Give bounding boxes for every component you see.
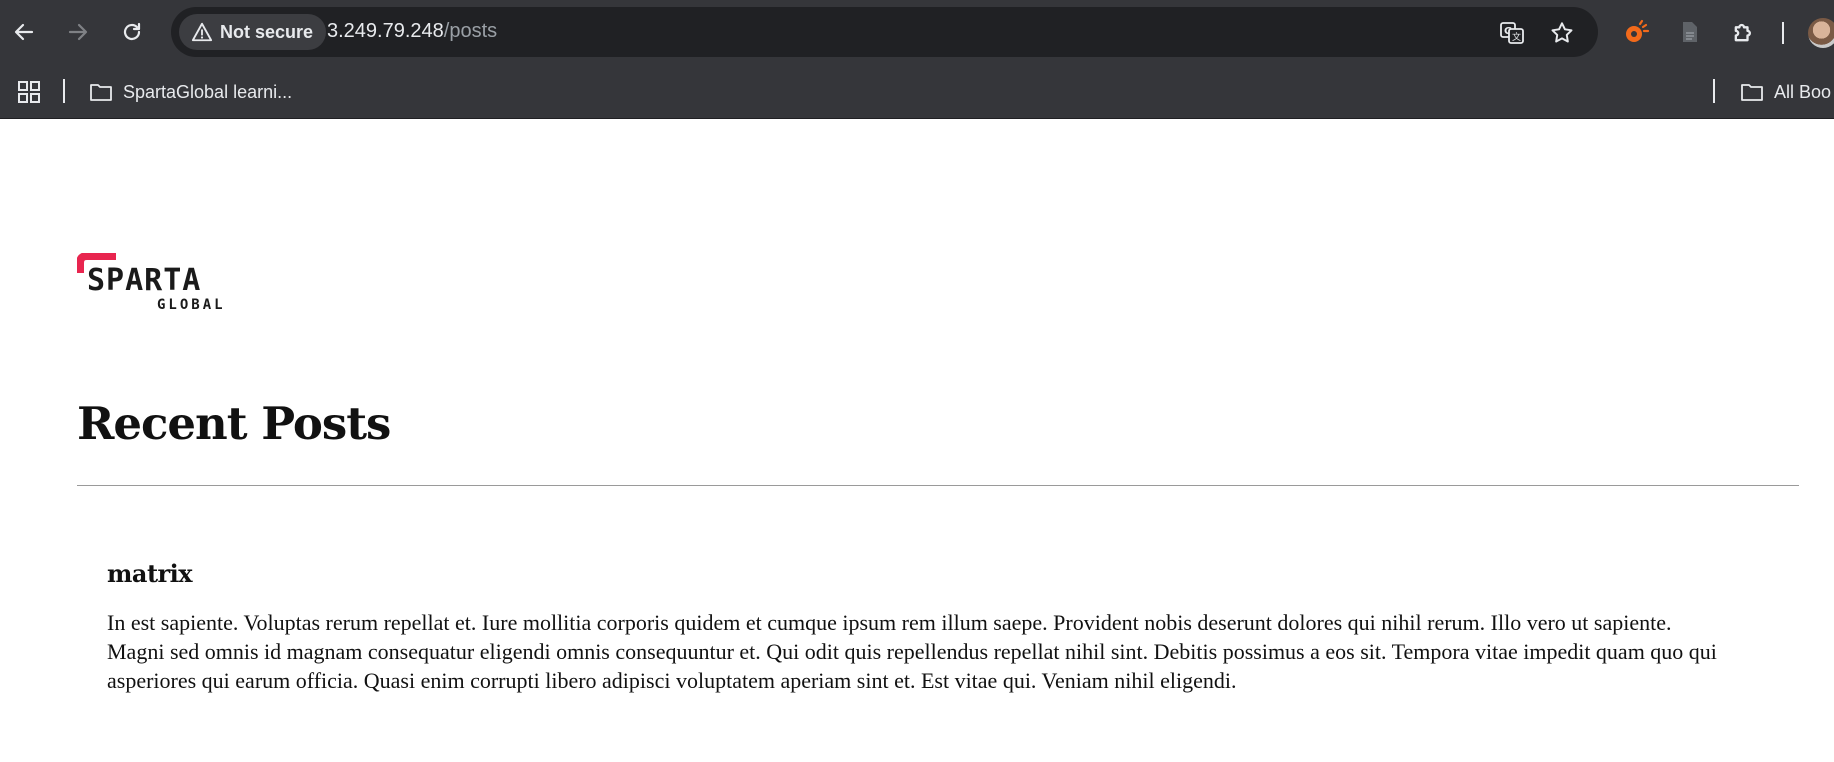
url-path: /posts [443,20,498,42]
document-icon [1683,22,1697,42]
back-button[interactable] [6,14,42,50]
puzzle-icon [1734,23,1751,42]
reload-button[interactable] [114,14,150,50]
folder-icon [90,84,112,101]
warning-triangle-icon [191,22,213,42]
bookmark-label: SpartaGlobal learni... [123,81,293,102]
reload-icon [123,22,141,41]
url-host: 3.249.79.248 [327,20,444,42]
all-bookmarks-button[interactable]: All Boo [1740,77,1831,107]
post-body: In est sapiente. Voluptas rerum repellat… [107,610,1717,693]
page-content: SPARTA GLOBAL Recent Posts matrix In est… [0,119,1834,762]
post-title: matrix [107,559,193,588]
heading-divider [77,485,1799,486]
toolbar-separator [1782,22,1784,44]
sparta-global-logo[interactable]: SPARTA GLOBAL [77,253,232,313]
back-arrow-icon [14,23,34,41]
logo-text-sub: GLOBAL [157,297,226,313]
star-icon [1551,22,1573,43]
extension-icon [1626,19,1650,42]
security-indicator[interactable]: Not secure [179,14,327,50]
logo-text-main: SPARTA [87,263,201,298]
browser-toolbar: Not secure 3.249.79.248/posts G文 [0,0,1834,66]
security-label: Not secure [220,21,314,42]
post-item: matrix In est sapiente. Voluptas rerum r… [107,559,1727,695]
bookmark-folder-spartaglobal[interactable]: SpartaGlobal learni... [89,77,292,107]
all-bookmarks-label: All Boo [1774,81,1832,102]
apps-grid-icon[interactable] [16,79,42,105]
forward-arrow-icon [68,23,88,41]
url-text[interactable]: 3.249.79.248/posts [327,20,497,43]
bookmark-star-button[interactable] [1548,19,1576,47]
bookmarks-bar: SpartaGlobal learni... All Boo [0,66,1834,119]
bookmarks-separator [63,79,65,103]
extensions-menu-button[interactable] [1728,16,1760,48]
bookmarks-separator-right [1713,79,1715,103]
forward-button[interactable] [60,14,96,50]
extension-button[interactable] [1620,16,1652,48]
page-title: Recent Posts [77,397,391,450]
document-extension-button[interactable] [1673,16,1705,48]
address-bar[interactable]: Not secure 3.249.79.248/posts G文 [171,7,1598,57]
translate-icon: G文 [1500,22,1524,44]
folder-icon [1741,84,1763,101]
svg-text:文: 文 [1512,31,1521,43]
translate-button[interactable]: G文 [1498,19,1526,47]
profile-avatar[interactable] [1808,18,1834,48]
browser-chrome: Not secure 3.249.79.248/posts G文 SpartaG [0,0,1834,119]
